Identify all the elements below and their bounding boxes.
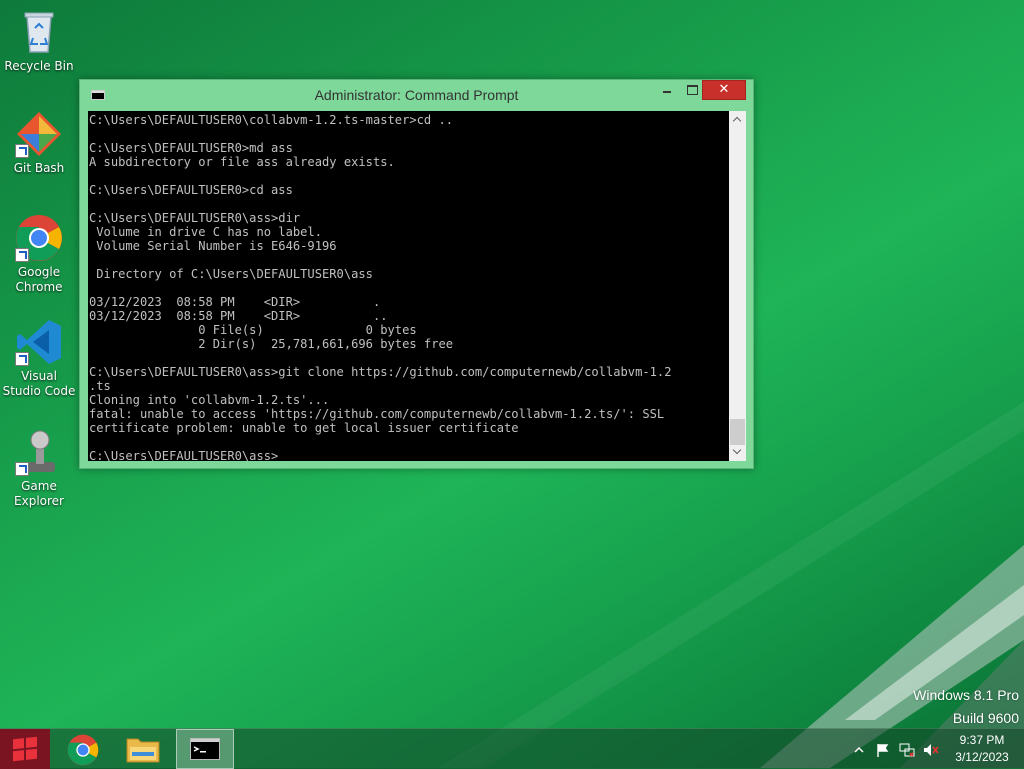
desktop-icon-git-bash[interactable]: Git Bash <box>2 110 76 176</box>
desktop-icon-label: Recycle Bin <box>4 59 74 73</box>
network-icon[interactable] <box>899 742 915 757</box>
windows-watermark: Windows 8.1 Pro Build 9600 <box>913 684 1019 730</box>
window-titlebar[interactable]: Administrator: Command Prompt ✕ <box>80 80 753 110</box>
desktop-icon-label: Visual Studio Code <box>2 369 76 398</box>
desktop-icon-game-explorer[interactable]: Game Explorer <box>2 428 76 509</box>
desktop-icon-label: Game Explorer <box>14 479 64 508</box>
console-output[interactable]: C:\Users\DEFAULTUSER0\collabvm-1.2.ts-ma… <box>88 111 729 461</box>
recycle-bin-icon <box>15 8 63 56</box>
show-hidden-icons-icon[interactable] <box>851 742 867 756</box>
folder-icon <box>126 738 160 763</box>
taskbar-clock[interactable]: 9:37 PM 3/12/2023 <box>944 732 1020 766</box>
desktop-icon-vscode[interactable]: Visual Studio Code <box>2 318 76 399</box>
action-center-flag-icon[interactable] <box>875 742 891 757</box>
desktop-icon-recycle-bin[interactable]: Recycle Bin <box>2 8 76 74</box>
watermark-edition: Windows 8.1 Pro <box>913 687 1019 703</box>
scroll-up-button[interactable] <box>729 111 746 128</box>
taskbar-file-explorer[interactable] <box>114 729 172 769</box>
desktop-icon-google-chrome[interactable]: Google Chrome <box>2 214 76 295</box>
shortcut-arrow-icon <box>15 462 29 476</box>
console-text: C:\Users\DEFAULTUSER0\collabvm-1.2.ts-ma… <box>89 113 672 461</box>
scroll-thumb[interactable] <box>730 419 745 445</box>
minimize-button[interactable] <box>654 80 680 100</box>
shortcut-arrow-icon <box>15 144 29 158</box>
volume-muted-icon[interactable] <box>923 742 939 756</box>
chrome-icon <box>15 214 63 262</box>
command-prompt-window[interactable]: Administrator: Command Prompt ✕ C:\Users… <box>79 79 754 469</box>
cmd-icon <box>190 738 220 760</box>
vscode-icon <box>15 318 63 366</box>
taskbar-chrome[interactable] <box>54 729 112 769</box>
start-button[interactable] <box>0 729 50 769</box>
git-bash-icon <box>15 110 63 158</box>
chrome-icon <box>67 734 99 766</box>
watermark-build: Build 9600 <box>952 710 1019 726</box>
vertical-scrollbar[interactable] <box>729 111 746 461</box>
clock-date: 3/12/2023 <box>955 750 1009 764</box>
scroll-down-button[interactable] <box>729 444 746 461</box>
game-explorer-icon <box>15 428 63 476</box>
close-button[interactable]: ✕ <box>702 80 746 100</box>
taskbar: 9:37 PM 3/12/2023 <box>0 728 1024 769</box>
clock-time: 9:37 PM <box>959 733 1005 747</box>
desktop-icon-label: Git Bash <box>13 161 65 175</box>
shortcut-arrow-icon <box>15 352 29 366</box>
shortcut-arrow-icon <box>15 248 29 262</box>
maximize-button[interactable] <box>680 80 704 100</box>
desktop-icon-label: Google Chrome <box>15 265 63 294</box>
window-title: Administrator: Command Prompt <box>314 87 519 103</box>
taskbar-command-prompt[interactable] <box>176 729 234 769</box>
windows-logo-icon <box>13 736 37 762</box>
